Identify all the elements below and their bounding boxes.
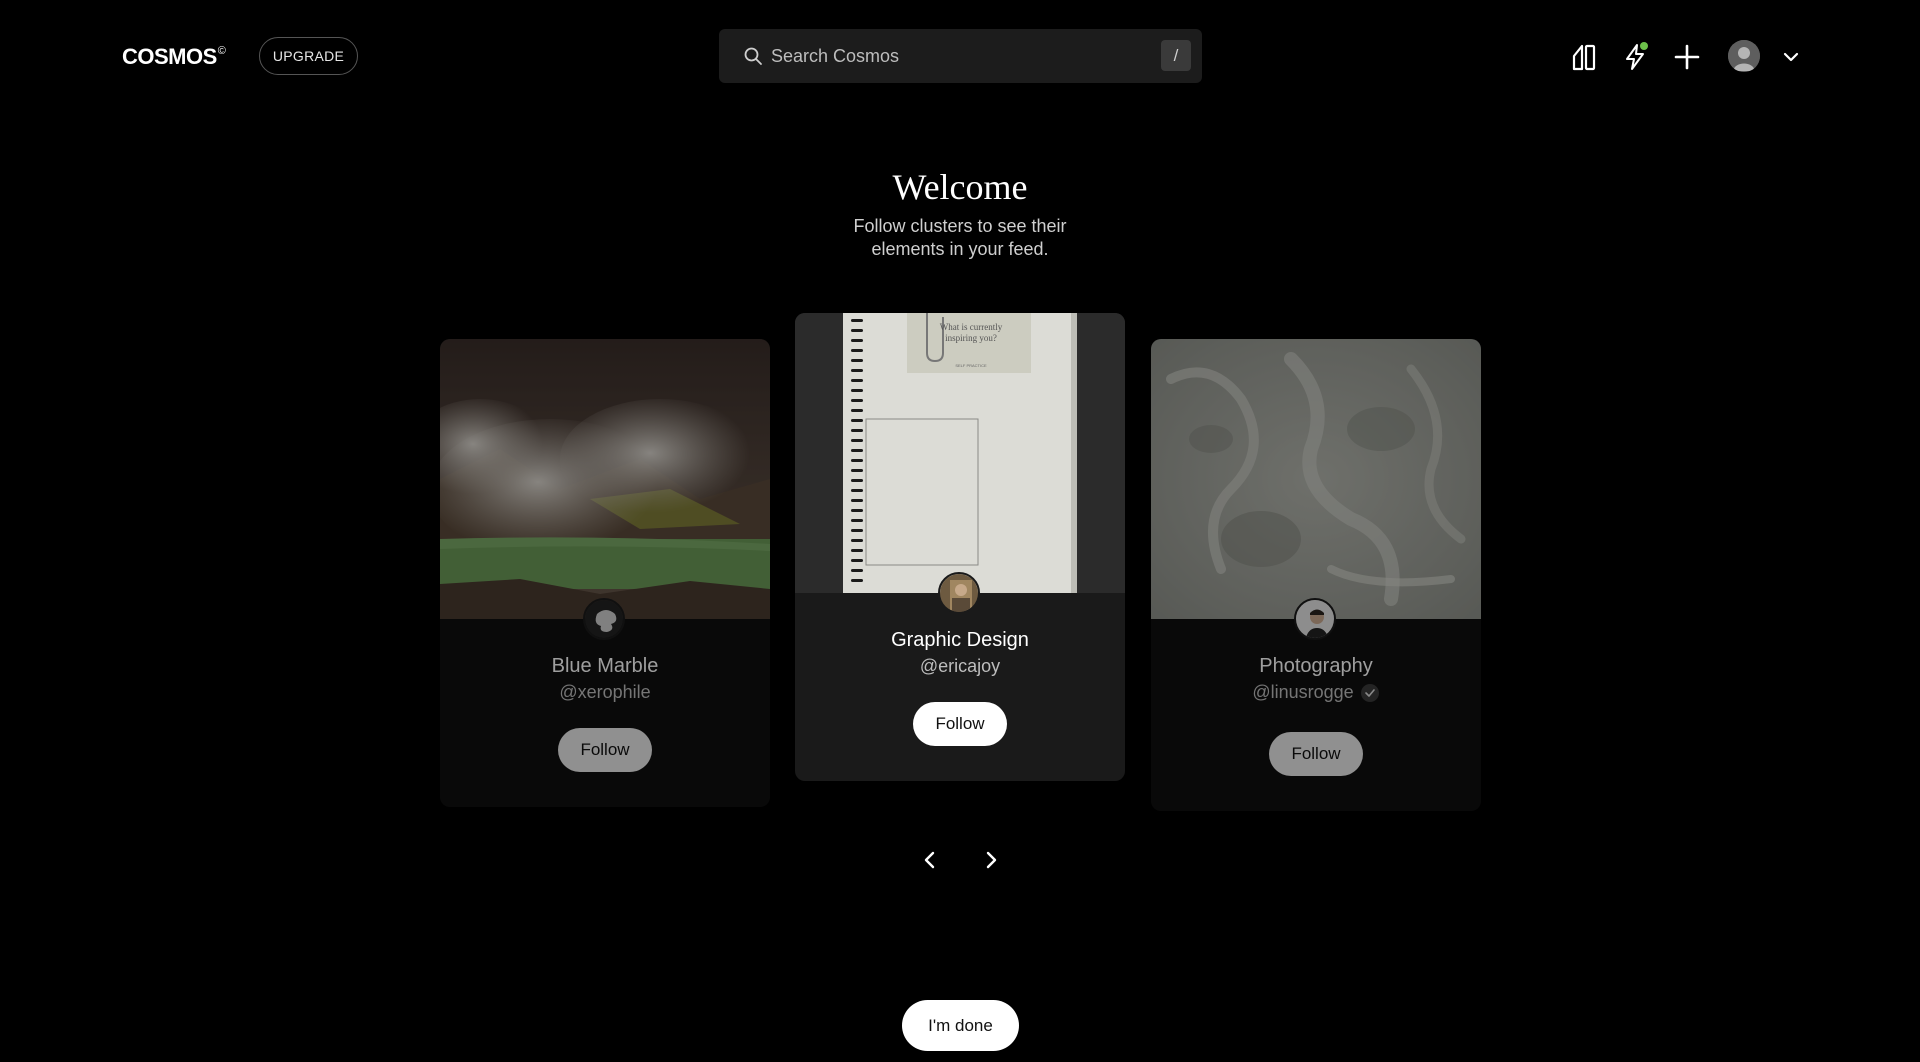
search-input[interactable]	[771, 45, 1202, 67]
chevron-down-icon[interactable]	[1780, 46, 1802, 68]
follow-button[interactable]: Follow	[913, 702, 1007, 746]
cluster-card-photography[interactable]: Photography @linusrogge Follow	[1151, 339, 1481, 811]
cosmos-logo[interactable]: COSMOS©	[122, 44, 226, 70]
cover-text-3: SELF PRACTICE	[955, 363, 987, 368]
cluster-avatar	[1294, 598, 1336, 640]
cluster-name: Graphic Design	[891, 629, 1029, 651]
cluster-avatar	[583, 598, 625, 640]
cluster-avatar	[938, 572, 980, 614]
upgrade-button[interactable]: UPGRADE	[259, 37, 358, 75]
carousel-prev-button[interactable]	[916, 846, 944, 874]
cover-image	[440, 339, 770, 619]
follow-button[interactable]: Follow	[558, 728, 652, 772]
follow-button[interactable]: Follow	[1269, 732, 1363, 776]
cover-text-1: What is currently	[940, 322, 1003, 332]
compare-icon[interactable]	[1567, 40, 1601, 74]
cluster-handle[interactable]: @xerophile	[440, 682, 770, 703]
verified-badge-icon	[1360, 683, 1379, 702]
search-shortcut-key: /	[1161, 40, 1191, 71]
cover-image	[1151, 339, 1481, 619]
welcome-subtitle: Follow clusters to see their elements in…	[853, 216, 1067, 259]
avatar[interactable]	[1728, 40, 1760, 72]
handle-row: @linusrogge	[1151, 682, 1481, 703]
cluster-card-graphic-design[interactable]: What is currently inspiring you? SELF PR…	[795, 313, 1125, 781]
welcome-title: Welcome	[892, 167, 1028, 207]
bolt-icon[interactable]	[1618, 40, 1652, 74]
chevron-left-icon	[924, 851, 935, 869]
logo-text: COSMOS	[122, 44, 217, 69]
search-icon	[744, 47, 762, 65]
cluster-name: Blue Marble	[551, 655, 659, 677]
cluster-card-blue-marble[interactable]: Blue Marble @xerophile Follow	[440, 339, 770, 807]
done-button[interactable]: I'm done	[902, 1000, 1019, 1051]
chevron-right-icon	[986, 851, 997, 869]
logo-mark: ©	[217, 44, 226, 57]
cluster-name: Photography	[1259, 655, 1373, 677]
search-bar[interactable]: /	[719, 29, 1202, 83]
cluster-handle[interactable]: @linusrogge	[1252, 682, 1353, 703]
carousel-next-button[interactable]	[977, 846, 1005, 874]
cover-text-2: inspiring you?	[945, 333, 997, 343]
plus-icon[interactable]	[1670, 40, 1704, 74]
cover-image: What is currently inspiring you? SELF PR…	[795, 313, 1125, 593]
cluster-handle[interactable]: @ericajoy	[795, 656, 1125, 677]
notification-dot	[1640, 42, 1648, 50]
